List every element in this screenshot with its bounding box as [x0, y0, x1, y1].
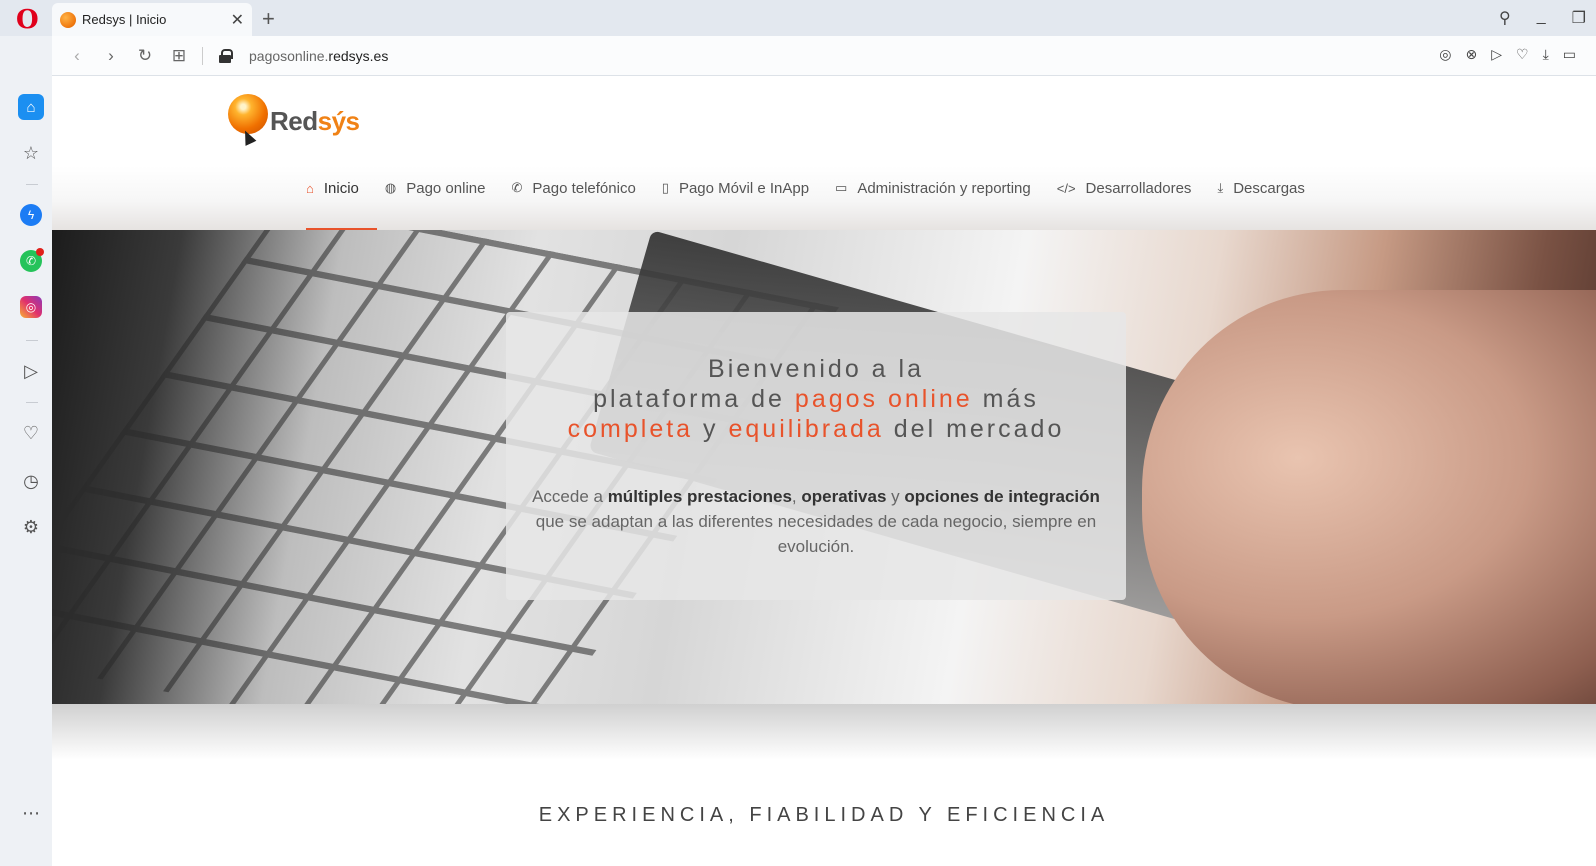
desc-text: y [886, 487, 905, 506]
welcome-text: del mercado [883, 415, 1065, 443]
main-nav: ⌂ Inicio ◍ Pago online ✆ Pago telefónico… [306, 176, 1331, 230]
welcome-highlight: equilibrada [728, 415, 884, 443]
opera-menu-icon[interactable]: O [16, 7, 40, 33]
globe-icon: ◍ [384, 180, 397, 195]
home-icon: ⌂ [306, 180, 314, 196]
hand-image [1142, 290, 1596, 704]
desc-text: , [791, 487, 802, 506]
url-field[interactable]: pagosonline.redsys.es [249, 48, 388, 64]
search-icon[interactable]: ⚲ [1499, 8, 1511, 28]
url-domain: redsys.es [328, 47, 389, 64]
nav-item-pago-online[interactable]: ◍ Pago online [385, 176, 486, 200]
heart-icon[interactable]: ♡ [1516, 46, 1529, 63]
welcome-line-2: plataforma de pagos online más [506, 384, 1126, 414]
nav-label: Desarrolladores [1085, 179, 1192, 197]
nav-item-descargas[interactable]: ⤓ Descargas [1217, 176, 1304, 200]
forward-icon[interactable]: › [102, 46, 120, 66]
web-page: Redsýs ⌂ Inicio ◍ Pago online ✆ Pago tel… [52, 76, 1596, 866]
desc-bold: operativas [801, 487, 887, 506]
welcome-line-1: Bienvenido a la [708, 355, 924, 383]
close-tab-icon[interactable]: ✕ [231, 10, 244, 30]
logo-wordmark: Redsýs [270, 106, 360, 137]
logo-accent: sýs [317, 106, 360, 136]
minimize-icon[interactable]: _ [1537, 8, 1546, 28]
window-controls: ⚲ _ ❐ [1499, 8, 1586, 28]
tab-title: Redsys | Inicio [82, 12, 167, 27]
welcome-box: Bienvenido a la plataforma de pagos onli… [506, 312, 1126, 600]
sidebar-divider [26, 402, 38, 403]
battery-icon[interactable]: ▭ [1563, 46, 1576, 63]
adblock-icon[interactable]: ⊗ [1465, 46, 1477, 63]
nav-label: Descargas [1233, 179, 1305, 197]
bookmarks-icon[interactable]: ☆ [18, 140, 44, 166]
nav-item-inicio[interactable]: ⌂ Inicio [306, 176, 359, 200]
welcome-line-3: completa y equilibrada del mercado [506, 414, 1126, 444]
nav-label: Pago telefónico [532, 179, 636, 197]
tab-bar: O Redsys | Inicio ✕ + ⚲ _ ❐ [0, 0, 1596, 36]
send-icon[interactable]: ▷ [18, 358, 44, 384]
back-icon[interactable]: ‹ [68, 46, 86, 66]
more-icon[interactable]: ⋯ [18, 800, 44, 826]
redsys-favicon-icon [60, 11, 76, 28]
nav-label: Administración y reporting [857, 179, 1031, 197]
sidebar-divider [26, 184, 38, 185]
download-icon: ⤓ [1217, 180, 1224, 195]
nav-item-pago-movil[interactable]: ▯ Pago Móvil e InApp [662, 176, 809, 200]
desc-bold: opciones de integración [904, 487, 1100, 506]
logo-main: Red [270, 106, 318, 136]
welcome-highlight: pagos online [794, 385, 973, 413]
hero-shadow [52, 704, 1596, 760]
sidebar-divider [26, 340, 38, 341]
welcome-text: y [693, 415, 729, 443]
camera-icon[interactable]: ◎ [1439, 46, 1451, 63]
address-bar-actions: ◎ ⊗ ▷ ♡ ⤓ ▭ [1439, 46, 1576, 63]
nav-item-pago-telefonico[interactable]: ✆ Pago telefónico [511, 176, 635, 200]
divider [202, 46, 203, 65]
settings-gear-icon[interactable]: ⚙ [18, 514, 44, 540]
history-icon[interactable]: ◷ [18, 468, 44, 494]
url-prefix: pagosonline. [249, 47, 329, 64]
nav-label: Inicio [323, 179, 359, 197]
welcome-text: más [972, 385, 1039, 413]
laptop-icon: ▭ [835, 180, 848, 195]
tab-active[interactable]: Redsys | Inicio ✕ [52, 3, 252, 36]
address-bar: ‹ › ↻ ⊞ pagosonline.redsys.es ◎ ⊗ ▷ ♡ ⤓ … [52, 36, 1596, 76]
section-tagline: EXPERIENCIA, FIABILIDAD Y EFICIENCIA [538, 804, 1110, 826]
nav-label: Pago online [406, 179, 486, 197]
lock-icon[interactable] [219, 48, 233, 63]
welcome-text: plataforma de [593, 385, 795, 413]
phone-icon: ✆ [511, 180, 523, 195]
code-icon: </> [1056, 180, 1076, 196]
send-icon[interactable]: ▷ [1491, 46, 1502, 63]
redsys-logo-ball-icon [228, 93, 268, 134]
new-tab-icon[interactable]: + [262, 6, 275, 32]
welcome-description: Accede a múltiples prestaciones, operati… [506, 484, 1126, 559]
mobile-icon: ▯ [661, 180, 669, 195]
nav-item-desarrolladores[interactable]: </> Desarrolladores [1057, 176, 1192, 200]
reload-icon[interactable]: ↻ [136, 46, 154, 66]
download-icon[interactable]: ⤓ [1543, 46, 1549, 63]
nav-label: Pago Móvil e InApp [678, 179, 810, 197]
home-icon[interactable]: ⌂ [18, 94, 44, 120]
desc-text: Accede a [532, 487, 608, 506]
notification-dot [36, 248, 44, 256]
instagram-icon[interactable]: ◎ [20, 296, 42, 318]
messenger-icon[interactable]: ϟ [20, 204, 42, 226]
sidebar: ⌂ ☆ ϟ ✆ ◎ ▷ ♡ ◷ ⚙ ⋯ [10, 76, 52, 866]
restore-icon[interactable]: ❐ [1572, 8, 1586, 28]
desc-bold: múltiples prestaciones [607, 487, 792, 506]
heart-icon[interactable]: ♡ [18, 420, 44, 446]
speed-dial-icon[interactable]: ⊞ [170, 46, 188, 66]
desc-text: que se adaptan a las diferentes necesida… [535, 512, 1097, 556]
nav-item-administracion[interactable]: ▭ Administración y reporting [835, 176, 1031, 200]
welcome-highlight: completa [567, 415, 694, 443]
